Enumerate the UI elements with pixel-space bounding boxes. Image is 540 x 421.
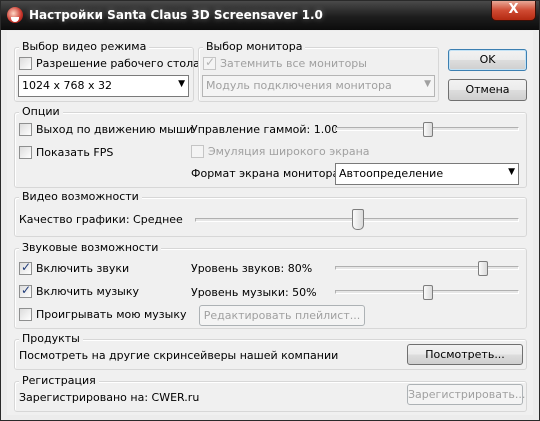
slider-thumb[interactable] (478, 261, 489, 276)
dropdown-arrow-icon: ▼ (508, 167, 515, 177)
video-capabilities-group-label: Видео возможности (19, 190, 142, 203)
check-mark-icon: ✓ (21, 283, 32, 297)
checkbox-box: ✓ (19, 283, 32, 298)
gamma-slider[interactable] (335, 122, 519, 137)
dropdown-arrow-icon: ▼ (424, 79, 431, 89)
title-bar[interactable]: Настройки Santa Claus 3D Screensaver 1.0… (1, 1, 539, 30)
settings-window: Настройки Santa Claus 3D Screensaver 1.0… (0, 0, 540, 421)
register-button[interactable]: Зарегистрировать... (407, 384, 525, 405)
close-button[interactable]: X (491, 1, 536, 21)
checkbox-box (19, 123, 32, 136)
ok-button[interactable]: OK (448, 49, 527, 71)
products-text: Посмотреть на другие скринсейверы нашей … (19, 349, 339, 362)
video-mode-group-label: Выбор видео режима (19, 40, 150, 53)
check-mark-icon: ✓ (205, 55, 216, 69)
graphics-quality-slider[interactable] (195, 209, 519, 231)
registration-group-label: Регистрация (19, 374, 99, 387)
gamma-label: Управление гаммой: 1.00 (191, 123, 339, 136)
santa-app-icon (7, 7, 23, 23)
music-level-label: Уровень музыки: 50% (191, 286, 317, 299)
darken-all-monitors-label: Затемнить все мониторы (220, 57, 367, 70)
music-level-slider[interactable] (335, 285, 519, 300)
widescreen-emulation-label: Эмуляция широкого экрана (208, 145, 370, 158)
desktop-resolution-label: Разрешение рабочего стола (36, 57, 200, 70)
checkbox-box: ✓ (19, 260, 32, 275)
monitor-group-label: Выбор монитора (203, 40, 306, 53)
sound-level-label: Уровень звуков: 80% (191, 262, 313, 275)
resolution-select[interactable]: 1024 x 768 x 32 ▼ (18, 75, 189, 97)
options-group-label: Опции (19, 105, 63, 118)
play-my-music-label: Проигрывать мою музыку (36, 308, 187, 321)
slider-thumb[interactable] (352, 209, 364, 230)
checkbox-box (19, 146, 32, 159)
slider-track (335, 266, 519, 270)
view-products-button[interactable]: Посмотреть... (407, 344, 523, 365)
screen-format-select[interactable]: Автоопределение ▼ (335, 163, 519, 185)
checkbox-box: ✓ (203, 55, 216, 70)
exit-on-mouse-label: Выход по движению мыши (36, 123, 194, 136)
cancel-button[interactable]: Отмена (448, 79, 527, 101)
check-mark-icon: ✓ (21, 260, 32, 274)
monitor-module-value: Модуль подключения монитора (206, 79, 392, 92)
show-fps-label: Показать FPS (36, 146, 114, 159)
dialog-client-area: Выбор видео режима Разрешение рабочего с… (7, 31, 533, 415)
screen-format-value: Автоопределение (339, 167, 444, 180)
window-title: Настройки Santa Claus 3D Screensaver 1.0 (29, 8, 323, 22)
graphics-quality-label: Качество графики: Среднее (19, 213, 183, 226)
resolution-value: 1024 x 768 x 32 (22, 79, 112, 92)
slider-thumb[interactable] (423, 122, 433, 137)
edit-playlist-button[interactable]: Редактировать плейлист... (199, 305, 365, 326)
registered-to-text: Зарегистрировано на: CWER.ru (19, 391, 200, 404)
checkbox-box (19, 57, 32, 70)
sound-group-label: Звуковые возможности (19, 241, 162, 254)
sound-level-slider[interactable] (335, 261, 519, 276)
screen-format-label: Формат экрана монитора: (191, 167, 343, 180)
enable-sounds-label: Включить звуки (36, 262, 130, 275)
products-group-label: Продукты (19, 332, 83, 345)
dropdown-arrow-icon: ▼ (178, 79, 185, 89)
monitor-module-select[interactable]: Модуль подключения монитора ▼ (202, 75, 435, 97)
checkbox-box (19, 308, 32, 321)
checkbox-box (191, 145, 204, 158)
slider-thumb[interactable] (423, 285, 433, 300)
enable-music-label: Включить музыку (36, 285, 140, 298)
